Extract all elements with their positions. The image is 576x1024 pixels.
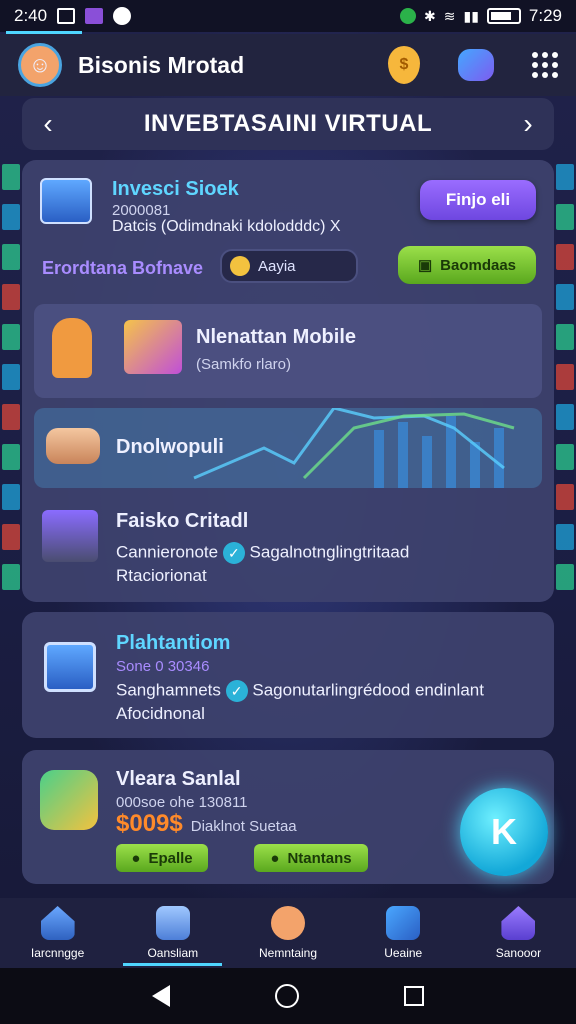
- app-header: ☺ Bisonis Mrotad $: [0, 34, 576, 96]
- nav-item-robot[interactable]: Oansliam: [115, 898, 230, 968]
- battery-icon: [486, 8, 521, 24]
- invest-code: 2000081: [112, 202, 171, 219]
- vleara-left-label: Epalle: [148, 849, 193, 867]
- search-value: Aayia: [258, 257, 296, 275]
- gift-icon: [386, 906, 421, 940]
- status-bar: 2:40 ✱ ≋ ▮▮ 7:29: [0, 0, 576, 32]
- faisko-line1: Cannieronote ✓ Sagalnotnglingtritaad: [116, 542, 409, 564]
- nav-label-person: Nemntaing: [258, 946, 318, 960]
- server-rack-right: [554, 150, 576, 710]
- bottom-nav: Iarcnngge Oansliam Nemntaing Ueaine Sano…: [0, 898, 576, 968]
- invest-primary-button[interactable]: Finjo eli: [420, 180, 536, 220]
- app-notification-icon: [85, 8, 104, 24]
- avatar-icon[interactable]: ☺: [18, 43, 62, 87]
- platform-line1: Sanghamnets ✓ Sagonutarlingrédood endinl…: [116, 680, 484, 702]
- vleara-amount-row: $009$ Diaklnot Suetaa: [116, 810, 297, 838]
- panel-mobile[interactable]: Nlenattan Mobile (Samkfo rlaro): [34, 304, 542, 398]
- shopping-bags-icon: [124, 320, 182, 374]
- search-input[interactable]: Aayia: [220, 249, 358, 283]
- status-time-left: 2:40: [14, 6, 48, 25]
- faisko-line1-right: Sagalnotnglingtritaad: [249, 542, 410, 562]
- platform-card[interactable]: Plahtantiom Sone 0 30346 Sanghamnets ✓ S…: [22, 612, 554, 738]
- panel-mobile-title: Nlenattan Mobile: [196, 326, 357, 348]
- nav-item-person[interactable]: Nemntaing: [230, 898, 345, 968]
- nav-item-home[interactable]: Iarcnngge: [0, 898, 115, 968]
- coin-search-icon: [230, 256, 250, 276]
- platform-line2: Afocidnonal: [116, 704, 205, 723]
- faisko-line2: Rtaciorionat: [116, 566, 207, 585]
- vpn-icon: [400, 8, 417, 24]
- notification-circle-icon: [113, 7, 132, 25]
- system-nav-bar: [0, 968, 576, 1024]
- nav-label-home: Iarcnngge: [30, 946, 85, 960]
- gallery-icon: [57, 8, 76, 24]
- monitor-icon: [44, 642, 96, 692]
- floating-action-button[interactable]: K: [460, 788, 548, 876]
- vleara-amount: $009$: [116, 810, 183, 837]
- platform-title: Plahtantiom: [116, 632, 231, 654]
- section-title: INVEBTASAINI VIRTUAL: [143, 110, 433, 137]
- vleara-right-label: Ntantans: [287, 849, 352, 867]
- back-icon[interactable]: [152, 985, 171, 1007]
- signal-icon: ▮▮: [463, 7, 479, 24]
- vleara-left-button[interactable]: ● Epalle: [116, 844, 208, 872]
- invest-title: Invesci Sioek: [112, 178, 239, 200]
- robot-icon: [155, 906, 190, 940]
- leaf-icon: ●: [131, 849, 141, 867]
- wifi-icon: ≋: [443, 7, 456, 24]
- invest-card: Invesci Sioek 2000081 Datcis (Odimdnaki …: [22, 160, 554, 602]
- faisko-line1-left: Cannieronote: [116, 542, 219, 562]
- platform-line1-right: Sagonutarlingrédood endinlant: [252, 680, 484, 700]
- nav-label-robot: Oansliam: [147, 946, 199, 960]
- coin-icon[interactable]: $: [388, 46, 420, 84]
- leaf-icon: ●: [270, 849, 280, 867]
- check-icon: ✓: [222, 542, 245, 564]
- vleara-right-button[interactable]: ● Ntantans: [254, 844, 368, 872]
- vleara-title: Vleara Sanlal: [116, 768, 241, 790]
- faisko-title: Faisko Critadl: [116, 510, 249, 532]
- grid-menu-icon[interactable]: [532, 52, 558, 78]
- vleara-amount-note: Diaklnot Suetaa: [190, 818, 297, 835]
- person-icon: [52, 318, 92, 378]
- person-icon: [271, 906, 305, 940]
- invest-description: Datcis (Odimdnaki kdolodddc) X: [112, 218, 341, 235]
- home-sparkle-icon: [501, 906, 536, 940]
- app-title: Bisonis Mrotad: [78, 51, 245, 78]
- home-icon[interactable]: [274, 984, 299, 1008]
- coins-icon: [40, 770, 98, 830]
- server-rack-left: [0, 150, 22, 710]
- chevron-right-icon[interactable]: ›: [516, 108, 540, 140]
- platform-code: Sone 0 30346: [116, 658, 210, 675]
- green-action-label: Baomdaas: [440, 256, 517, 274]
- nav-item-sparkle[interactable]: Sanooor: [461, 898, 576, 968]
- box-icon: ▣: [417, 257, 433, 274]
- status-time-right: 7:29: [528, 6, 562, 25]
- magic-icon[interactable]: [458, 49, 494, 81]
- bluetooth-icon: ✱: [424, 7, 436, 24]
- balance-label: Erordtana Bofnave: [42, 258, 204, 278]
- vleara-code: 000soe ohe 130811: [116, 794, 248, 811]
- platform-line1-left: Sanghamnets: [116, 680, 221, 700]
- green-action-button[interactable]: ▣ Baomdaas: [398, 246, 536, 284]
- nav-label-sparkle: Sanooor: [495, 946, 542, 960]
- computer-icon: [40, 178, 92, 224]
- nav-item-gift[interactable]: Ueaine: [346, 898, 461, 968]
- house-icon: [40, 906, 75, 940]
- trend-chart-decoration: [193, 408, 515, 488]
- nav-label-gift: Ueaine: [384, 946, 423, 960]
- panel-mobile-subtitle: (Samkfo rlaro): [196, 356, 292, 373]
- check-icon: ✓: [225, 680, 248, 702]
- section-title-bar: ‹ INVEBTASAINI VIRTUAL ›: [22, 98, 554, 150]
- recents-icon[interactable]: [403, 986, 424, 1006]
- printer-icon: [42, 510, 98, 562]
- chevron-left-icon[interactable]: ‹: [36, 108, 60, 140]
